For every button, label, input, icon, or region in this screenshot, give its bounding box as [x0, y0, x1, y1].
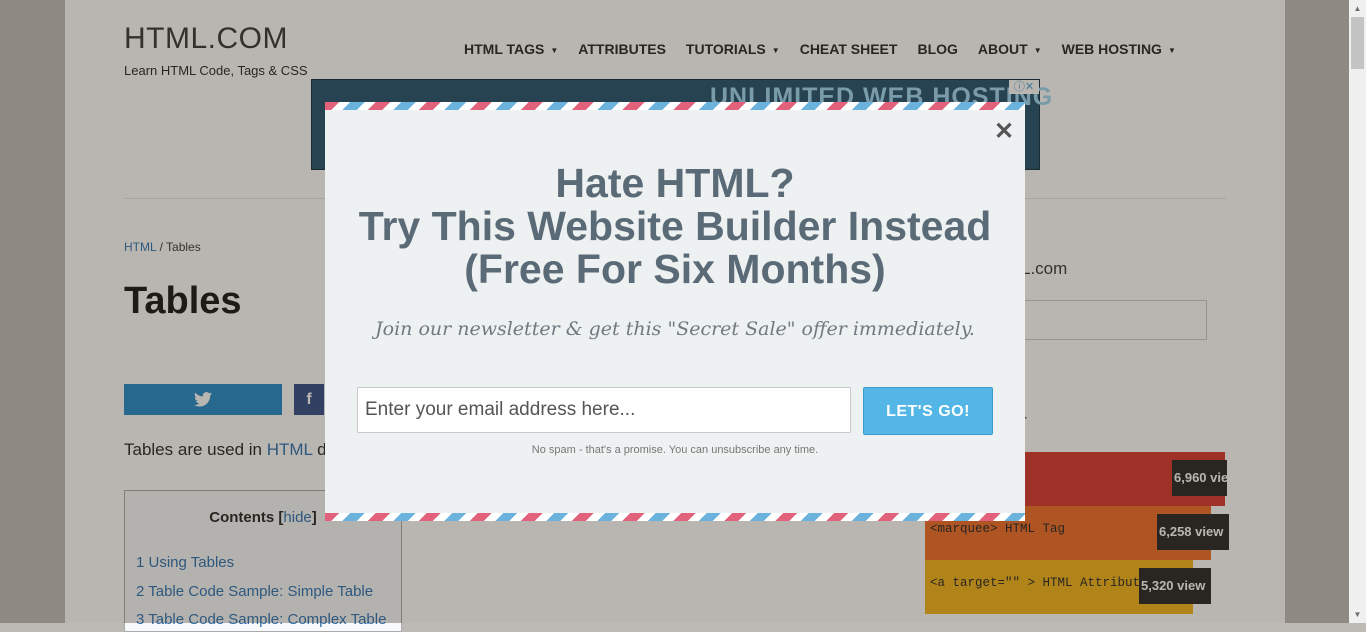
- spam-note: No spam - that's a promise. You can unsu…: [531, 444, 819, 456]
- headline-line: Hate HTML?: [555, 160, 795, 206]
- popup-subline: Join our newsletter & get this "Secret S…: [375, 318, 975, 340]
- email-field[interactable]: [357, 387, 851, 433]
- headline-line: (Free For Six Months): [464, 246, 886, 292]
- scroll-down-icon[interactable]: ▼: [1349, 606, 1366, 623]
- page-scrollbar[interactable]: ▲ ▼: [1349, 0, 1366, 623]
- close-icon[interactable]: ✕: [994, 117, 1014, 146]
- airmail-border-bottom: [325, 513, 1025, 521]
- airmail-border-top: [325, 102, 1025, 110]
- scroll-up-icon[interactable]: ▲: [1349, 0, 1366, 17]
- headline-line: Try This Website Builder Instead: [358, 203, 992, 249]
- newsletter-popup: ✕ Hate HTML? Try This Website Builder In…: [325, 102, 1025, 521]
- popup-headline: Hate HTML? Try This Website Builder Inst…: [325, 162, 1025, 291]
- scrollbar-thumb[interactable]: [1351, 17, 1364, 69]
- submit-button[interactable]: LET'S GO!: [863, 387, 993, 435]
